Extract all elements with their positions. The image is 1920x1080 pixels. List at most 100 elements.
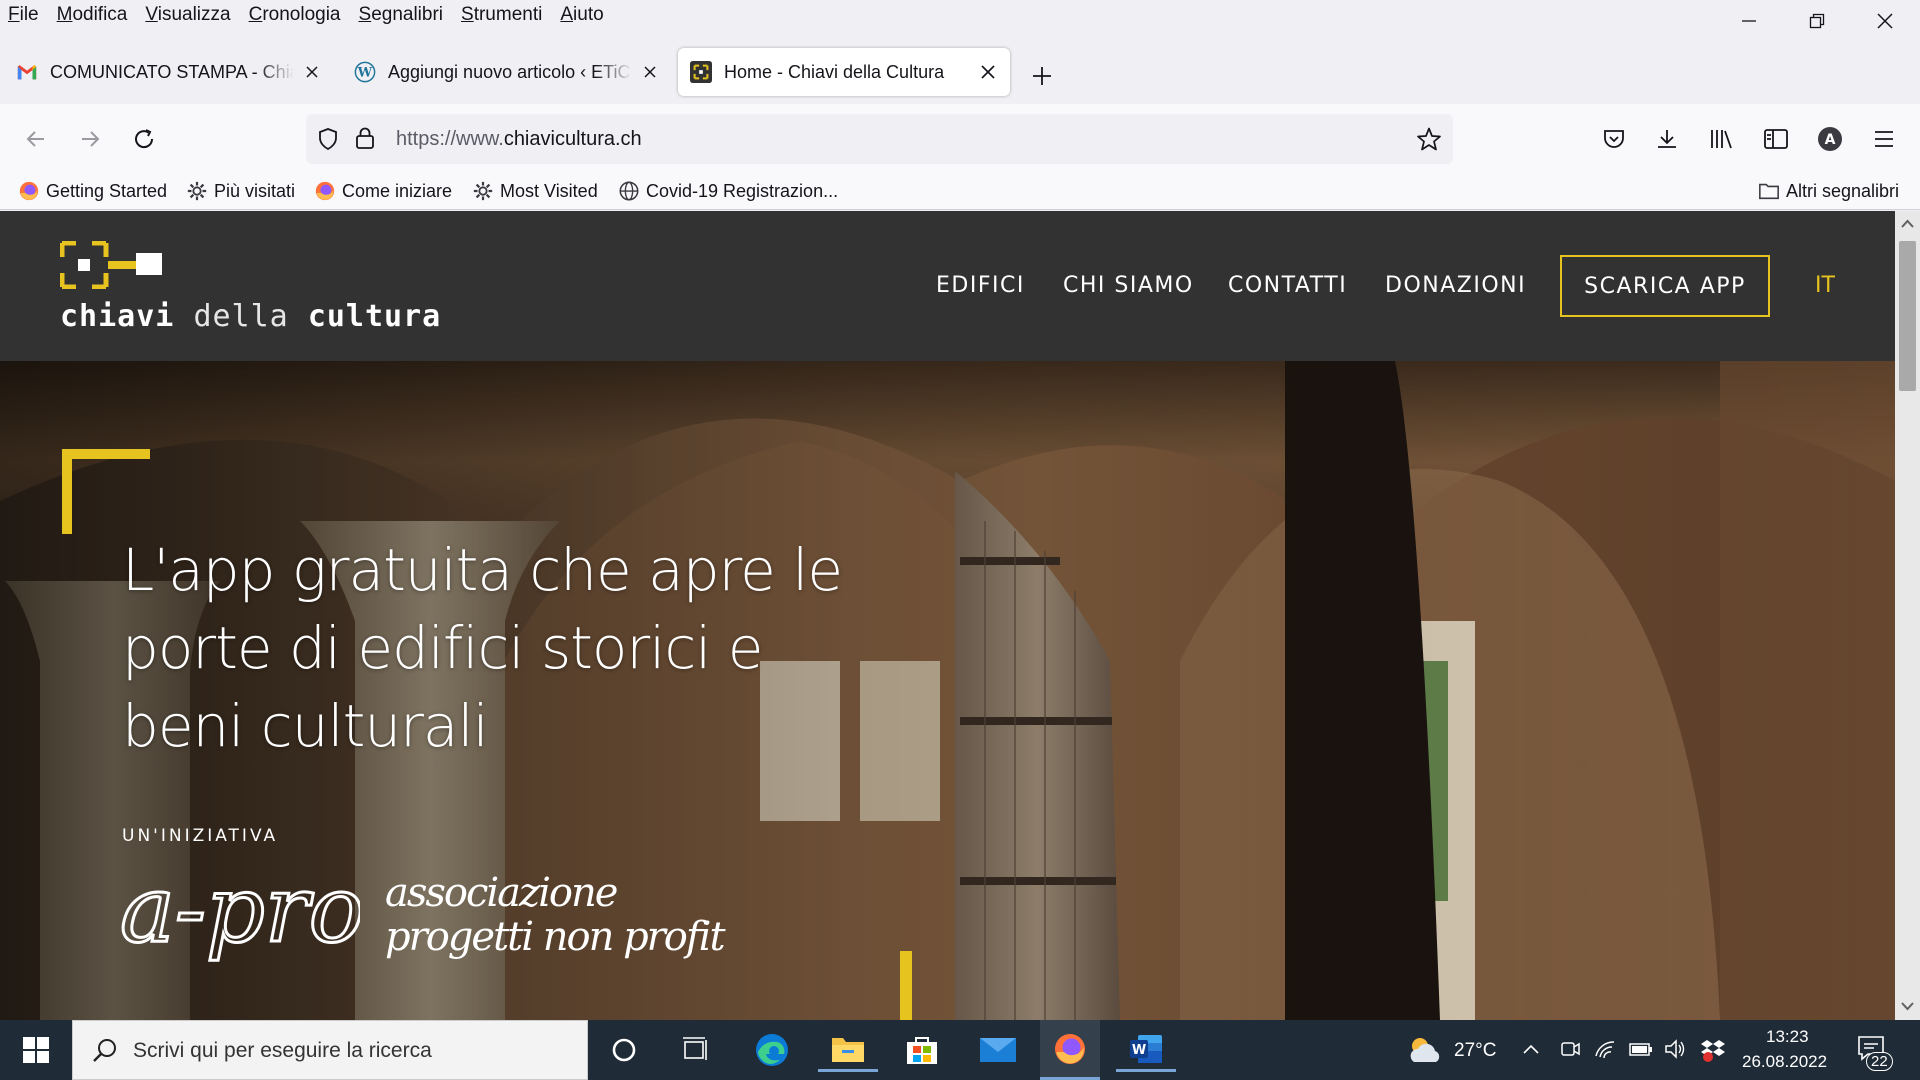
- bookmark-come-iniziare[interactable]: Come iniziare: [314, 180, 452, 202]
- apro-tagline-line2: progetti non profit: [385, 914, 726, 960]
- forward-button[interactable]: [70, 119, 110, 159]
- address-bar[interactable]: https://www.chiavicultura.ch: [306, 114, 1453, 164]
- dropbox-icon[interactable]: [1700, 1036, 1726, 1062]
- plus-icon: [1033, 67, 1051, 85]
- folder-icon: [832, 1037, 864, 1062]
- bookmark-label: Più visitati: [214, 180, 296, 201]
- logo-key-icon[interactable]: [60, 241, 164, 289]
- battery-icon[interactable]: [1628, 1040, 1654, 1058]
- search-placeholder: Scrivi qui per eseguire la ricerca: [133, 1039, 432, 1062]
- file-explorer-taskbar-button[interactable]: [818, 1028, 878, 1072]
- scroll-up-icon[interactable]: [1901, 219, 1914, 229]
- bookmark-piu-visitati[interactable]: Più visitati: [186, 180, 295, 202]
- back-button[interactable]: [16, 119, 56, 159]
- taskbar-search[interactable]: Scrivi qui per eseguire la ricerca: [72, 1020, 588, 1080]
- new-tab-button[interactable]: [1024, 58, 1060, 94]
- tab-wordpress[interactable]: W Aggiungi nuovo articolo ‹ ETiCi: [342, 48, 672, 96]
- wordpress-icon: W: [354, 61, 376, 83]
- tab-title: Aggiungi nuovo articolo ‹ ETiCi: [388, 61, 632, 82]
- app-menu-button[interactable]: [1864, 119, 1904, 159]
- site-header: chiavi della cultura EDIFICI CHI SIAMO C…: [0, 211, 1895, 361]
- downloads-button[interactable]: [1647, 119, 1687, 159]
- sidebar-button[interactable]: [1756, 119, 1796, 159]
- tab-gmail[interactable]: COMUNICATO STAMPA - Chiavi della Cultura: [4, 48, 334, 96]
- cortana-icon: [612, 1038, 636, 1062]
- firefox-taskbar-button[interactable]: [1040, 1020, 1100, 1080]
- nav-contatti[interactable]: CONTATTI: [1228, 273, 1347, 298]
- web-page: chiavi della cultura EDIFICI CHI SIAMO C…: [0, 211, 1895, 1020]
- apro-tagline: associazione progetti non profit: [385, 871, 726, 960]
- menu-cronologia[interactable]: Cronologia: [249, 4, 341, 26]
- tab-close-button[interactable]: [302, 62, 322, 82]
- library-button[interactable]: [1702, 119, 1742, 159]
- lock-icon[interactable]: [354, 126, 376, 150]
- scrollbar-thumb[interactable]: [1899, 241, 1916, 391]
- menu-visualizza[interactable]: Visualizza: [145, 4, 230, 26]
- minimize-button[interactable]: [1720, 0, 1778, 42]
- tab-title: COMUNICATO STAMPA - Chiavi della Cultura: [50, 61, 294, 82]
- start-button[interactable]: [6, 1028, 66, 1072]
- page-scrollbar[interactable]: [1895, 211, 1920, 1020]
- tab-close-button[interactable]: [640, 62, 660, 82]
- wifi-icon[interactable]: [1594, 1038, 1616, 1060]
- bookmark-label: Covid-19 Registrazion...: [646, 180, 839, 201]
- url-domain: chiavicultura.ch: [503, 128, 642, 150]
- mail-taskbar-button[interactable]: [968, 1028, 1028, 1072]
- logo-word-3: cultura: [307, 299, 442, 334]
- menu-file[interactable]: File: [8, 4, 39, 26]
- menu-aiuto[interactable]: Aiuto: [560, 4, 603, 26]
- pocket-icon: [1604, 130, 1624, 148]
- bookmark-covid[interactable]: Covid-19 Registrazion...: [618, 180, 838, 202]
- restore-button[interactable]: [1788, 0, 1846, 42]
- menu-segnalibri[interactable]: Segnalibri: [359, 4, 444, 26]
- account-button[interactable]: A: [1810, 119, 1850, 159]
- scroll-down-icon[interactable]: [1901, 1001, 1914, 1011]
- clock-time[interactable]: 13:23: [1766, 1027, 1809, 1047]
- apro-logo[interactable]: a-pro: [120, 861, 360, 971]
- volume-icon[interactable]: [1664, 1038, 1686, 1060]
- arrow-left-icon: [26, 131, 44, 147]
- nav-edifici[interactable]: EDIFICI: [936, 273, 1025, 298]
- gear-icon: [473, 181, 493, 201]
- tab-chiavi-cultura[interactable]: Home - Chiavi della Cultura: [678, 48, 1010, 96]
- menu-items: File Modifica Visualizza Cronologia Segn…: [8, 4, 622, 26]
- scroll-indicator[interactable]: [900, 951, 912, 1020]
- reload-button[interactable]: [124, 119, 164, 159]
- bookmark-most-visited[interactable]: Most Visited: [472, 180, 598, 202]
- task-view-button[interactable]: [666, 1028, 726, 1072]
- close-window-button[interactable]: [1856, 0, 1914, 42]
- nav-chi-siamo[interactable]: CHI SIAMO: [1063, 273, 1194, 298]
- clock-date[interactable]: 26.08.2022: [1742, 1052, 1827, 1072]
- tab-bar: COMUNICATO STAMPA - Chiavi della Cultura…: [0, 42, 1920, 104]
- gmail-icon: [17, 65, 37, 80]
- word-taskbar-button[interactable]: W: [1116, 1028, 1176, 1072]
- nav-donazioni[interactable]: DONAZIONI: [1385, 273, 1526, 298]
- download-app-button[interactable]: SCARICA APP: [1560, 255, 1770, 317]
- pocket-button[interactable]: [1594, 119, 1634, 159]
- cortana-button[interactable]: [594, 1028, 654, 1072]
- menu-strumenti[interactable]: Strumenti: [461, 4, 542, 26]
- initiative-label: UN'INIZIATIVA: [122, 826, 279, 846]
- store-taskbar-button[interactable]: [892, 1028, 952, 1072]
- weather-temperature[interactable]: 27°C: [1454, 1040, 1496, 1062]
- notification-count: 22: [1866, 1052, 1893, 1071]
- meet-now-icon[interactable]: [1560, 1038, 1580, 1060]
- url-protocol: https://www.: [396, 128, 504, 150]
- tab-close-button[interactable]: [978, 62, 998, 82]
- gear-icon: [187, 181, 207, 201]
- weather-cloud-sun-icon[interactable]: [1406, 1034, 1442, 1064]
- navigation-toolbar: https://www.chiavicultura.ch A: [0, 104, 1920, 174]
- other-bookmarks[interactable]: Altri segnalibri: [1758, 180, 1899, 202]
- language-switch[interactable]: IT: [1815, 273, 1835, 298]
- site-logo-text[interactable]: chiavi della cultura: [60, 299, 441, 334]
- chevron-up-icon[interactable]: [1522, 1042, 1540, 1056]
- bookmark-label: Most Visited: [500, 180, 598, 201]
- shield-icon[interactable]: [316, 127, 340, 151]
- edge-taskbar-button[interactable]: [742, 1028, 802, 1072]
- tab-title: Home - Chiavi della Cultura: [724, 61, 945, 82]
- bookmark-getting-started[interactable]: Getting Started: [18, 180, 167, 202]
- menu-modifica[interactable]: Modifica: [57, 4, 128, 26]
- other-bookmarks-label: Altri segnalibri: [1786, 180, 1900, 201]
- star-icon[interactable]: [1416, 126, 1442, 152]
- mail-icon: [980, 1038, 1016, 1062]
